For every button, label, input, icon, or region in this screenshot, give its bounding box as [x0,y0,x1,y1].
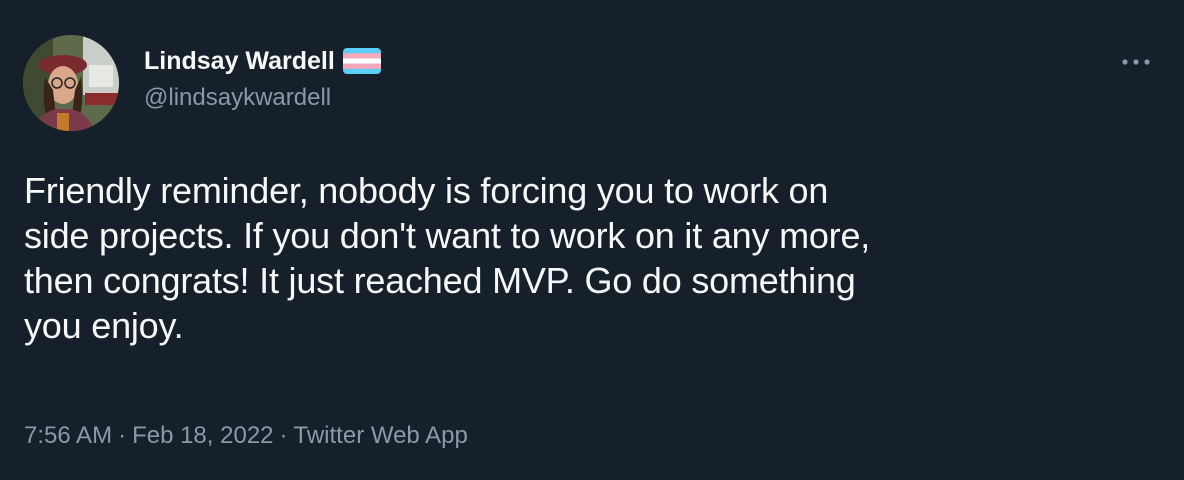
tweet-text: Friendly reminder, nobody is forcing you… [24,170,871,346]
display-name[interactable]: Lindsay Wardell [144,47,335,76]
tweet-date[interactable]: Feb 18, 2022 [132,422,273,449]
tweet-metadata: 7:56 AM · Feb 18, 2022 · Twitter Web App [24,422,468,450]
more-options-icon[interactable] [1118,52,1154,72]
meta-separator: · [118,422,127,449]
tweet-source-link[interactable]: Twitter Web App [294,422,468,449]
transgender-flag-icon [342,48,381,74]
meta-separator: · [279,422,288,449]
avatar-photo-icon [23,35,119,131]
author-name-row[interactable]: Lindsay Wardell [144,44,381,78]
author-handle[interactable]: @lindsaykwardell [144,84,331,112]
tweet-time[interactable]: 7:56 AM [24,422,112,449]
tweet-card: Lindsay Wardell @lindsaykwardell Friendl… [0,0,1184,480]
avatar[interactable] [23,35,119,131]
